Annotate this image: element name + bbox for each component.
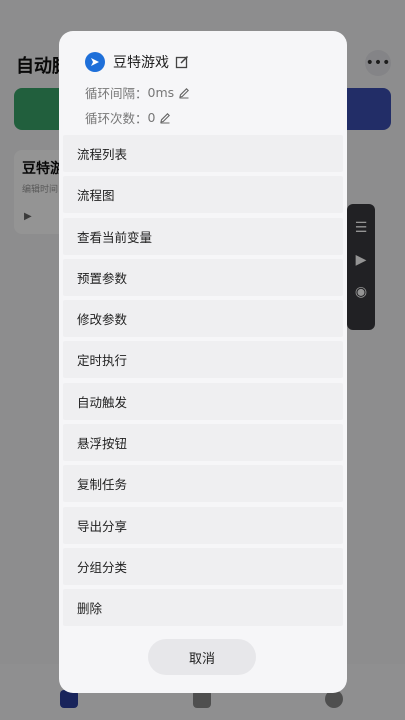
menu-item-export-share[interactable]: 导出分享 (63, 506, 343, 544)
options-menu: 流程列表 流程图 查看当前变量 预置参数 修改参数 定时执行 自动触发 悬浮按钮… (63, 135, 343, 631)
menu-item-floating-button[interactable]: 悬浮按钮 (63, 424, 343, 462)
menu-item-view-variables[interactable]: 查看当前变量 (63, 217, 343, 255)
task-name: 豆特游戏 (113, 55, 169, 71)
edit-interval-icon[interactable] (178, 87, 190, 99)
edit-count-icon[interactable] (159, 112, 171, 124)
edit-name-icon[interactable] (175, 55, 189, 69)
menu-item-modify-params[interactable]: 修改参数 (63, 300, 343, 338)
menu-item-flow-list[interactable]: 流程列表 (63, 135, 343, 172)
count-value: 0 (147, 110, 156, 125)
task-options-dialog: 豆特游戏 循环间隔： 0ms 循环次数： 0 流程列表 流程图 查看当前变量 预… (59, 31, 347, 693)
interval-label: 循环间隔： (85, 86, 148, 101)
menu-item-copy-task[interactable]: 复制任务 (63, 465, 343, 503)
count-label: 循环次数： (85, 111, 148, 126)
menu-item-auto-trigger[interactable]: 自动触发 (63, 382, 343, 420)
menu-item-delete[interactable]: 删除 (63, 589, 343, 627)
menu-item-scheduled-run[interactable]: 定时执行 (63, 341, 343, 379)
interval-value: 0ms (147, 85, 175, 100)
dialog-header: 豆特游戏 循环间隔： 0ms 循环次数： 0 (59, 31, 347, 131)
menu-item-group-category[interactable]: 分组分类 (63, 547, 343, 585)
menu-item-preset-params[interactable]: 预置参数 (63, 258, 343, 296)
menu-item-flow-chart[interactable]: 流程图 (63, 176, 343, 214)
app-logo-icon (85, 52, 105, 72)
cancel-button[interactable]: 取消 (148, 639, 256, 675)
